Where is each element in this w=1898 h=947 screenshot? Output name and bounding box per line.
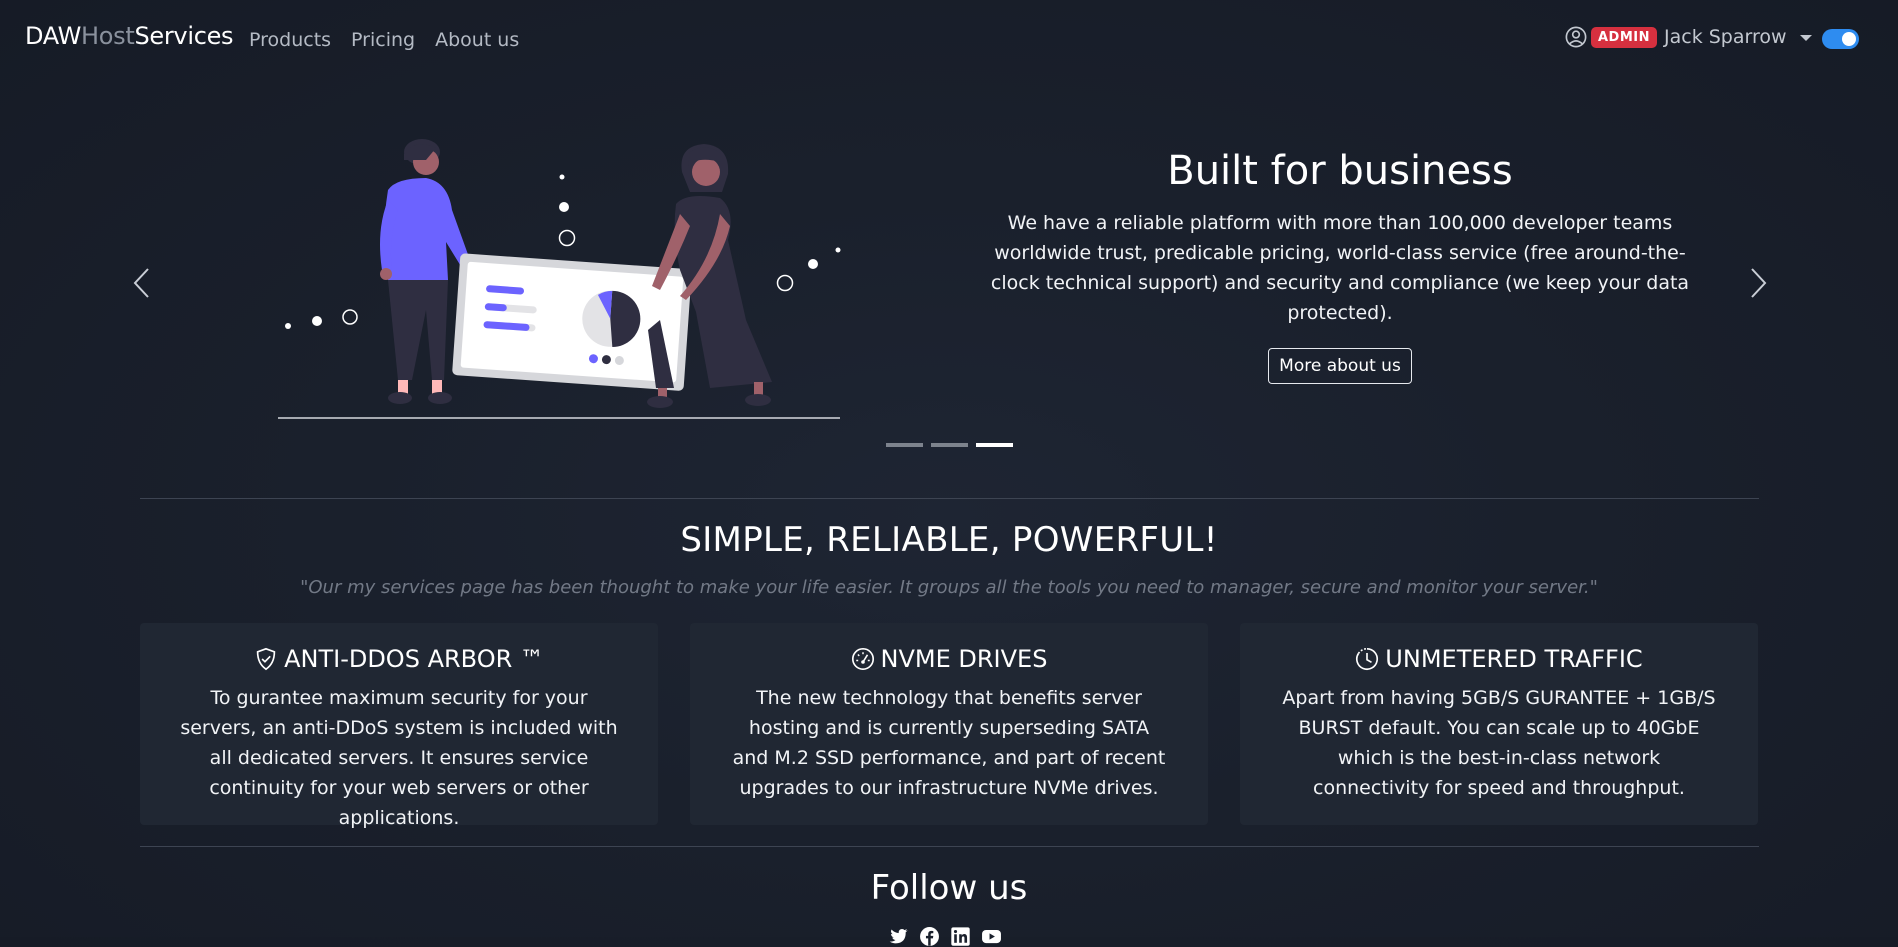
clock-history-icon <box>1356 647 1379 670</box>
user-menu[interactable]: ADMIN Jack Sparrow <box>1565 26 1812 48</box>
speedometer-icon <box>851 647 874 671</box>
more-about-us-button[interactable]: More about us <box>1268 348 1412 384</box>
business-illustration <box>278 139 841 419</box>
feature-card-unmetered: UNMETERED TRAFFIC Apart from having 5GB/… <box>1240 623 1758 825</box>
user-circle-icon <box>1565 26 1587 48</box>
theme-toggle[interactable] <box>1822 29 1859 49</box>
brand-logo[interactable]: DAWHostServices <box>25 22 234 50</box>
section-divider <box>140 846 1759 847</box>
feature-card-body: To gurantee maximum security for your se… <box>180 687 618 829</box>
feature-card-body: The new technology that benefits server … <box>732 687 1166 799</box>
admin-badge: ADMIN <box>1591 26 1658 48</box>
nav-links: Products Pricing About us <box>249 29 519 51</box>
feature-card-title: UNMETERED TRAFFIC <box>1385 645 1643 673</box>
hero-title: Built for business <box>1167 148 1513 194</box>
feature-card-nvme: NVME DRIVES The new technology that bene… <box>690 623 1208 825</box>
chevron-down-icon <box>1799 35 1812 41</box>
user-name: Jack Sparrow <box>1664 26 1787 48</box>
nav-link-products[interactable]: Products <box>249 29 331 51</box>
feature-card-title: NVME DRIVES <box>880 645 1048 673</box>
section-divider <box>140 498 1759 499</box>
carousel-indicators <box>886 443 1013 447</box>
shield-check-icon <box>256 647 276 671</box>
carousel-prev-arrow-icon[interactable] <box>128 263 158 303</box>
follow-us-title: Follow us <box>870 868 1028 908</box>
carousel-indicator-2[interactable] <box>931 443 968 447</box>
brand-part-services: Services <box>134 22 234 50</box>
feature-card-header: NVME DRIVES <box>690 645 1208 673</box>
hero-description: We have a reliable platform with more th… <box>990 212 1690 324</box>
features-title: SIMPLE, RELIABLE, POWERFUL! <box>680 520 1218 560</box>
hero-carousel: Built for business We have a reliable pl… <box>0 78 1898 458</box>
feature-card-header: UNMETERED TRAFFIC <box>1240 645 1758 673</box>
toggle-knob <box>1842 32 1856 46</box>
feature-card-header: ANTI-DDOS ARBOR ™ <box>140 645 658 673</box>
feature-card-body: Apart from having 5GB/S GURANTEE + 1GB/S… <box>1282 687 1716 799</box>
hero-slide-content: Built for business We have a reliable pl… <box>976 148 1704 384</box>
features-quote: "Our my services page has been thought t… <box>300 577 1598 598</box>
brand-part-daw: DAW <box>25 22 81 50</box>
carousel-next-arrow-icon[interactable] <box>1742 263 1772 303</box>
feature-card-title: ANTI-DDOS ARBOR ™ <box>284 645 544 673</box>
nav-link-about[interactable]: About us <box>435 29 519 51</box>
brand-part-host: Host <box>81 22 135 50</box>
nav-link-pricing[interactable]: Pricing <box>351 29 415 51</box>
navbar: DAWHostServices Products Pricing About u… <box>0 0 1898 78</box>
carousel-indicator-3[interactable] <box>976 443 1013 447</box>
feature-card-anti-ddos: ANTI-DDOS ARBOR ™ To gurantee maximum se… <box>140 623 658 829</box>
carousel-indicator-1[interactable] <box>886 443 923 447</box>
